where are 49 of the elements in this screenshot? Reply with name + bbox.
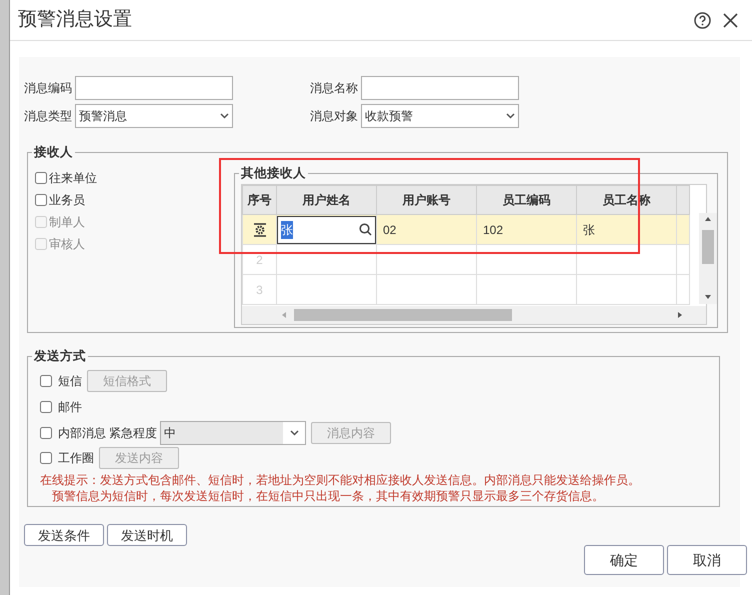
table-cell: 102 (476, 214, 576, 244)
checkbox[interactable] (40, 426, 52, 438)
horizontal-scrollbar[interactable] (242, 306, 706, 324)
field-label: 紧急程度 (109, 424, 157, 442)
input-field[interactable] (75, 76, 233, 100)
checkbox-label: 往来单位 (49, 170, 97, 187)
checkbox[interactable] (40, 374, 52, 386)
checkbox-label: 审核人 (49, 236, 85, 253)
checkbox[interactable] (40, 452, 52, 464)
input-field[interactable] (361, 76, 519, 100)
gear-icon[interactable] (252, 223, 266, 238)
action-button[interactable]: 发送时机 (107, 524, 187, 546)
checkbox[interactable] (40, 400, 52, 412)
notice-text: 预警信息为短信时，每次发送短信时，在短信中只出现一条，其中有效期预警只显示最多三个存货信息。 (51, 488, 605, 504)
checkbox[interactable] (35, 194, 47, 206)
table-cell: 张 (576, 214, 676, 244)
notice-text: 在线提示：发送方式包含邮件、短信时，若地址为空则不能对相应接收人发送信息。内部消息只能发送给操作员。 (40, 472, 641, 488)
dialog-title: 预警消息设置 (18, 8, 132, 32)
field-label: 消息名称 (310, 80, 359, 97)
caret-icon (220, 113, 229, 119)
column-header: 序号 (242, 186, 276, 214)
checkbox-label: 工作圈 (58, 450, 94, 466)
caret-icon (290, 430, 298, 436)
field-label: 消息对象 (310, 108, 359, 125)
checkbox[interactable] (35, 172, 47, 184)
column-header: 员工编码 (476, 186, 576, 214)
group-title: 接收人 (32, 144, 75, 160)
checkbox-label: 短信 (58, 372, 82, 390)
cell-editor[interactable]: 张 (277, 216, 376, 244)
field-label: 消息类型 (24, 108, 73, 125)
caret-icon (506, 113, 515, 119)
checkbox-label: 制单人 (49, 214, 85, 231)
help-icon[interactable] (694, 12, 711, 28)
column-header: 用户姓名 (276, 186, 376, 214)
group-title: 其他接收人 (239, 165, 308, 181)
checkbox-label: 业务员 (49, 192, 85, 209)
search-icon[interactable] (359, 223, 372, 236)
dialog-button[interactable]: 取消 (667, 545, 747, 575)
dropdown-field[interactable]: 收款预警 (361, 104, 519, 128)
column-header: 用户账号 (376, 186, 476, 214)
dropdown-field[interactable]: 预警消息 (75, 104, 233, 128)
group-title: 发送方式 (32, 348, 88, 364)
checkbox-label: 内部消息 (58, 424, 106, 442)
action-button[interactable]: 发送条件 (24, 524, 104, 546)
table-cell: 02 (376, 214, 476, 244)
close-icon[interactable] (723, 12, 738, 28)
dialog-button[interactable]: 确定 (584, 545, 664, 575)
field-label: 消息编码 (24, 80, 73, 97)
checkbox-label: 邮件 (58, 398, 82, 416)
